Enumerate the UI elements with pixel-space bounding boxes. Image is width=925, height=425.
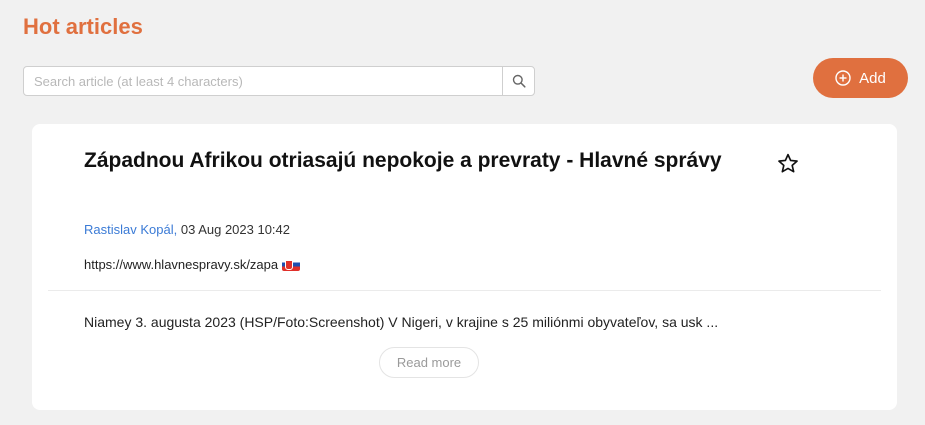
article-url-line: https://www.hlavnespravy.sk/zapa bbox=[84, 257, 301, 272]
add-button[interactable]: Add bbox=[813, 58, 908, 98]
article-url[interactable]: https://www.hlavnespravy.sk/zapa bbox=[84, 257, 278, 272]
search-button[interactable] bbox=[502, 67, 534, 95]
article-title[interactable]: Západnou Afrikou otriasajú nepokoje a pr… bbox=[84, 146, 744, 176]
divider bbox=[48, 290, 881, 291]
slovak-flag-icon bbox=[282, 258, 301, 271]
read-more-button[interactable]: Read more bbox=[379, 347, 479, 378]
add-button-label: Add bbox=[859, 69, 886, 87]
article-card: Západnou Afrikou otriasajú nepokoje a pr… bbox=[32, 124, 897, 410]
author-link[interactable]: Rastislav Kopál, bbox=[84, 222, 177, 237]
article-meta: Rastislav Kopál, 03 Aug 2023 10:42 bbox=[84, 222, 290, 237]
article-date: 03 Aug 2023 10:42 bbox=[180, 222, 291, 237]
search-bar bbox=[23, 66, 535, 96]
favorite-star-icon[interactable] bbox=[777, 153, 799, 174]
plus-circle-icon bbox=[835, 70, 851, 86]
article-excerpt: Niamey 3. augusta 2023 (HSP/Foto:Screens… bbox=[84, 314, 719, 330]
search-input[interactable] bbox=[24, 67, 502, 95]
page-title: Hot articles bbox=[23, 14, 143, 39]
search-icon bbox=[512, 74, 526, 88]
